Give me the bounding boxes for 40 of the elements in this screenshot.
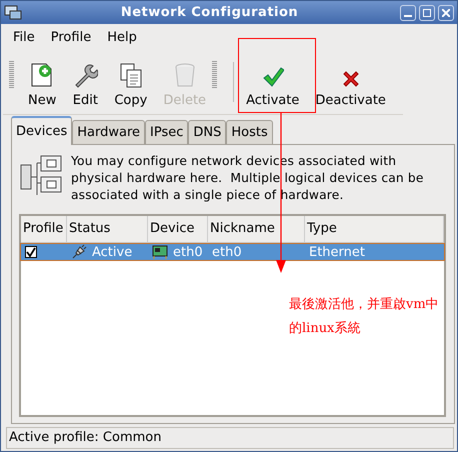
deactivate-button[interactable]: Deactivate: [309, 56, 392, 108]
maximize-icon: [423, 8, 431, 16]
column-header[interactable]: Profile: [21, 216, 67, 242]
status-bar: Active profile: Common: [6, 427, 454, 449]
tab[interactable]: Hosts: [226, 120, 273, 144]
tab[interactable]: DNS: [188, 120, 226, 144]
check-mark-icon: [262, 66, 284, 88]
menu-item[interactable]: File: [5, 30, 43, 44]
table-cell-text: Ethernet: [308, 244, 366, 260]
annotation-text: 最後激活他，并重啟vm中: [289, 296, 439, 314]
tab[interactable]: IPsec: [145, 120, 188, 144]
column-header[interactable]: Device: [148, 216, 208, 242]
x-mark-icon: [342, 70, 360, 88]
computer-icon: [4, 4, 22, 20]
minimize-icon: [404, 14, 412, 16]
table-cell: eth0: [173, 244, 203, 260]
column-header[interactable]: Type: [305, 216, 444, 242]
close-button[interactable]: [438, 4, 454, 20]
menu-item[interactable]: Profile: [42, 30, 100, 44]
checkbox[interactable]: [25, 246, 37, 258]
tab[interactable]: Devices: [11, 116, 72, 145]
window-title: Network Configuration: [120, 5, 300, 20]
column-header[interactable]: Nickname: [208, 216, 305, 242]
activate-button[interactable]: Activate: [240, 56, 306, 108]
table-cell-text: eth0: [211, 244, 243, 260]
close-icon: [442, 8, 450, 16]
network-card-icon: [152, 245, 168, 259]
annotation-text: 的linux系統: [289, 320, 362, 338]
new-button[interactable]: New: [22, 56, 62, 108]
minimize-button[interactable]: [400, 4, 416, 20]
edit-button[interactable]: Edit: [66, 56, 104, 108]
tab[interactable]: Hardware: [72, 120, 145, 144]
menu-item[interactable]: Help: [99, 30, 145, 44]
column-header[interactable]: Status: [67, 216, 148, 242]
copy-button[interactable]: Copy: [108, 56, 154, 108]
maximize-button[interactable]: [419, 4, 435, 20]
trash-can-icon: [172, 62, 197, 88]
copy-icon: [118, 62, 143, 88]
new-document-icon: [30, 62, 54, 88]
table-cell: Active: [92, 244, 132, 260]
